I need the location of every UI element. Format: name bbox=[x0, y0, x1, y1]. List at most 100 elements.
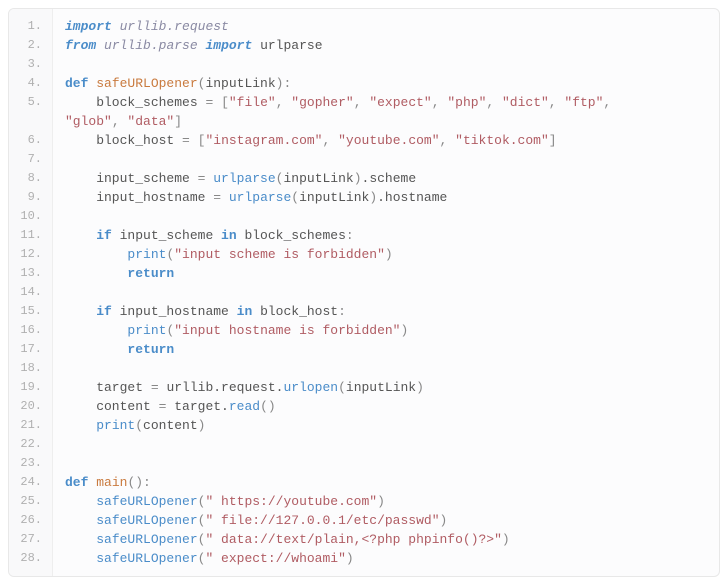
token-str: " expect://whoami" bbox=[205, 551, 345, 566]
token-nm: block_host bbox=[252, 304, 338, 319]
token-str: "php" bbox=[447, 95, 486, 110]
code-line bbox=[65, 435, 707, 454]
line-number: 14. bbox=[15, 283, 42, 302]
code-line: if input_scheme in block_schemes: bbox=[65, 226, 707, 245]
token-nm bbox=[213, 95, 221, 110]
token-nm: block_schemes bbox=[65, 95, 205, 110]
token-nm: block_host bbox=[65, 133, 182, 148]
token-str: " file://127.0.0.1/etc/passwd" bbox=[205, 513, 439, 528]
token-nm: urllib.request. bbox=[159, 380, 284, 395]
token-pun: () bbox=[260, 399, 276, 414]
line-number: 23. bbox=[15, 454, 42, 473]
code-line: block_schemes = ["file", "gopher", "expe… bbox=[65, 93, 707, 112]
line-number: 5. bbox=[15, 93, 42, 112]
token-pun: , bbox=[603, 95, 619, 110]
line-number: 10. bbox=[15, 207, 42, 226]
line-number: 15. bbox=[15, 302, 42, 321]
line-number: 2. bbox=[15, 36, 42, 55]
token-fn: urlparse bbox=[229, 190, 291, 205]
token-pun: ] bbox=[549, 133, 557, 148]
token-kw: def bbox=[65, 76, 88, 91]
token-fn-def: main bbox=[96, 475, 127, 490]
token-nm: target. bbox=[166, 399, 228, 414]
token-str: "tiktok.com" bbox=[455, 133, 549, 148]
token-kw-i: import bbox=[205, 38, 252, 53]
token-nm bbox=[65, 247, 127, 262]
token-pun: : bbox=[338, 304, 346, 319]
token-nm bbox=[65, 532, 96, 547]
code-line: safeURLOpener(" expect://whoami") bbox=[65, 549, 707, 568]
token-kw: if bbox=[96, 304, 112, 319]
code-block: 1.2.3.4.5.6.7.8.9.10.11.12.13.14.15.16.1… bbox=[8, 8, 720, 577]
code-content: import urllib.requestfrom urllib.parse i… bbox=[53, 9, 719, 576]
line-number: 16. bbox=[15, 321, 42, 340]
token-nm bbox=[65, 228, 96, 243]
code-line: print(content) bbox=[65, 416, 707, 435]
token-nm: .hostname bbox=[377, 190, 447, 205]
token-pun: ) bbox=[377, 494, 385, 509]
token-str: "instagram.com" bbox=[205, 133, 322, 148]
token-nm bbox=[65, 551, 96, 566]
token-pun: ) bbox=[385, 247, 393, 262]
token-str: " https://youtube.com" bbox=[205, 494, 377, 509]
token-pun: , bbox=[354, 95, 370, 110]
line-number: 19. bbox=[15, 378, 42, 397]
code-line: import urllib.request bbox=[65, 17, 707, 36]
token-nm bbox=[65, 342, 127, 357]
line-number: 26. bbox=[15, 511, 42, 530]
token-pun: ( bbox=[291, 190, 299, 205]
line-number: 1. bbox=[15, 17, 42, 36]
line-number: 6. bbox=[15, 131, 42, 150]
token-nm bbox=[65, 418, 96, 433]
token-fn: read bbox=[229, 399, 260, 414]
code-line: safeURLOpener(" file://127.0.0.1/etc/pas… bbox=[65, 511, 707, 530]
token-fn: safeURLOpener bbox=[96, 494, 197, 509]
token-pun: , bbox=[276, 95, 292, 110]
token-mod: urllib.parse bbox=[104, 38, 198, 53]
token-nm: .scheme bbox=[362, 171, 417, 186]
line-number: 9. bbox=[15, 188, 42, 207]
token-fn: safeURLOpener bbox=[96, 532, 197, 547]
line-number: 11. bbox=[15, 226, 42, 245]
line-number: 25. bbox=[15, 492, 42, 511]
token-str: " data://text/plain,<?php phpinfo()?>" bbox=[205, 532, 501, 547]
token-str: "input hostname is forbidden" bbox=[174, 323, 400, 338]
token-pun: ( bbox=[135, 418, 143, 433]
token-pun: ) bbox=[198, 418, 206, 433]
token-pun: ( bbox=[198, 551, 206, 566]
code-line: return bbox=[65, 340, 707, 359]
token-fn-def: safeURLOpener bbox=[96, 76, 197, 91]
token-kw: return bbox=[127, 266, 174, 281]
token-fn: safeURLOpener bbox=[96, 551, 197, 566]
token-str: "input scheme is forbidden" bbox=[174, 247, 385, 262]
line-number: 8. bbox=[15, 169, 42, 188]
token-nm bbox=[96, 38, 104, 53]
token-nm: input_hostname bbox=[65, 190, 213, 205]
token-pun: : bbox=[346, 228, 354, 243]
code-line: input_scheme = urlparse(inputLink).schem… bbox=[65, 169, 707, 188]
code-line: print("input scheme is forbidden") bbox=[65, 245, 707, 264]
line-number bbox=[15, 112, 42, 131]
token-nm bbox=[65, 304, 96, 319]
code-line bbox=[65, 150, 707, 169]
token-nm: inputLink bbox=[205, 76, 275, 91]
token-pun: [ bbox=[221, 95, 229, 110]
token-kw: def bbox=[65, 475, 88, 490]
line-number: 24. bbox=[15, 473, 42, 492]
line-number: 21. bbox=[15, 416, 42, 435]
token-pun: ) bbox=[401, 323, 409, 338]
token-fn: urlopen bbox=[283, 380, 338, 395]
token-nm bbox=[65, 266, 127, 281]
code-line: print("input hostname is forbidden") bbox=[65, 321, 707, 340]
token-kw: return bbox=[127, 342, 174, 357]
token-nm: target bbox=[65, 380, 151, 395]
line-number: 7. bbox=[15, 150, 42, 169]
code-line: def safeURLOpener(inputLink): bbox=[65, 74, 707, 93]
line-number: 27. bbox=[15, 530, 42, 549]
token-nm: input_scheme bbox=[65, 171, 198, 186]
token-str: "glob" bbox=[65, 114, 112, 129]
line-number: 3. bbox=[15, 55, 42, 74]
token-nm bbox=[190, 133, 198, 148]
token-nm: input_scheme bbox=[112, 228, 221, 243]
code-line: from urllib.parse import urlparse bbox=[65, 36, 707, 55]
